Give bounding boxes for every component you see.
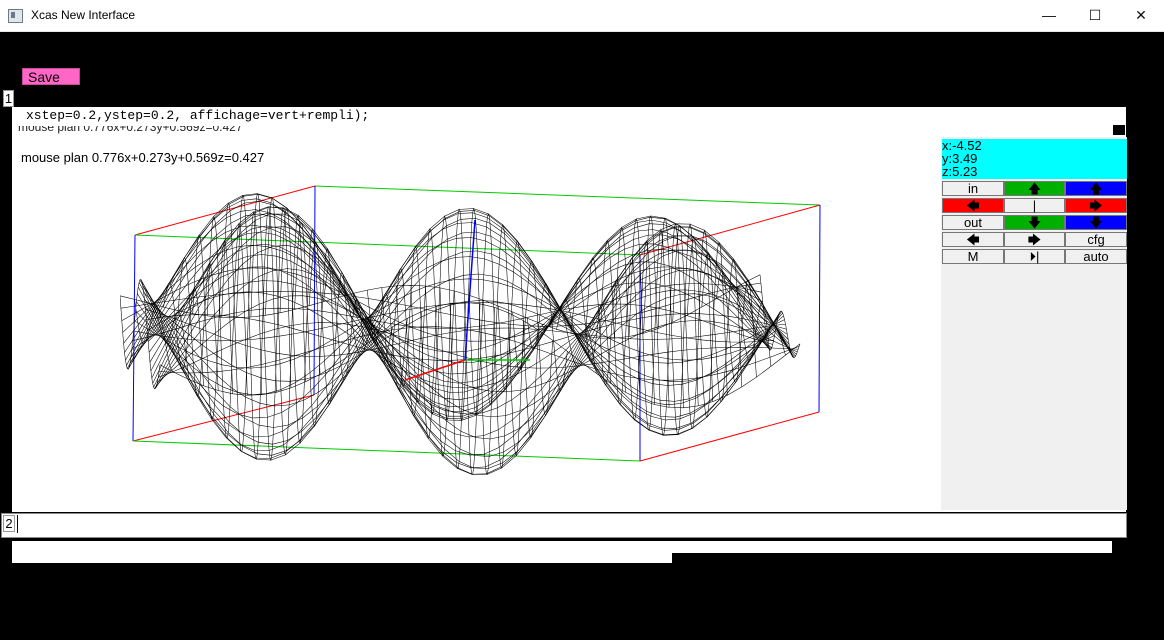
minimize-button[interactable]: — bbox=[1026, 0, 1072, 31]
z-coordinate: z:5.23 bbox=[942, 164, 978, 179]
clipped-status-text: mouse plan 0.776x+0.273y+0.569z=0.427 bbox=[18, 126, 243, 134]
maximize-button[interactable]: ☐ bbox=[1072, 0, 1118, 31]
green-up-arrow-icon[interactable]: 🡅 bbox=[1004, 181, 1065, 196]
mesh-line bbox=[177, 257, 219, 397]
title-bar: Xcas New Interface — ☐ ✕ bbox=[0, 0, 1164, 32]
mesh-line bbox=[159, 302, 801, 409]
mesh-line bbox=[131, 280, 772, 353]
panel-corner bbox=[1113, 125, 1125, 135]
command-line[interactable]: xstep=0.2,ystep=0.2, affichage=vert+remp… bbox=[26, 108, 369, 123]
right-arrow-icon[interactable]: 🡆 bbox=[1004, 232, 1065, 247]
axis-box-edge bbox=[639, 411, 820, 462]
axis-box-edge bbox=[314, 185, 821, 206]
axis-box-edge bbox=[132, 440, 641, 462]
app-icon bbox=[8, 9, 23, 23]
blue-down-arrow-icon[interactable]: 🡇 bbox=[1065, 215, 1127, 230]
new-entry-input[interactable] bbox=[1, 513, 1127, 538]
mesh-line bbox=[140, 218, 782, 456]
mouse-plan-text: mouse plan 0.776x+0.273y+0.569z=0.427 bbox=[21, 150, 265, 165]
entry-number-2[interactable]: 2 bbox=[3, 515, 15, 532]
x-axis-line bbox=[404, 359, 466, 381]
pipe-button[interactable]: | bbox=[1004, 198, 1065, 213]
empty-output-strip bbox=[12, 541, 1112, 553]
close-button[interactable]: ✕ bbox=[1118, 0, 1164, 31]
mesh-line bbox=[527, 283, 568, 391]
red-left-arrow-icon[interactable]: 🡄 bbox=[942, 198, 1004, 213]
coordinate-display: x:-4.52 y:3.49 z:5.23 bbox=[942, 139, 1127, 179]
axis-box-edge bbox=[818, 204, 821, 413]
mesh-line bbox=[148, 266, 789, 415]
cfg-button[interactable]: cfg bbox=[1065, 232, 1127, 247]
mesh-line bbox=[323, 264, 364, 381]
wireframe-surface bbox=[120, 193, 801, 475]
red-right-arrow-icon[interactable]: 🡆 bbox=[1065, 198, 1127, 213]
text-cursor bbox=[17, 515, 18, 533]
m-button[interactable]: M bbox=[942, 249, 1004, 264]
empty-output-strip bbox=[12, 553, 672, 563]
save-button[interactable]: Save bbox=[22, 68, 80, 85]
mesh-line bbox=[628, 218, 670, 431]
green-down-arrow-icon[interactable]: 🡇 bbox=[1004, 215, 1065, 230]
zoom-in-button[interactable]: in bbox=[942, 181, 1004, 196]
window-title: Xcas New Interface bbox=[31, 8, 136, 22]
mesh-line bbox=[614, 226, 655, 421]
entry-number-1[interactable]: 1 bbox=[3, 90, 14, 107]
z-axis-line bbox=[464, 219, 476, 361]
mesh-line bbox=[439, 208, 481, 475]
auto-button[interactable]: auto bbox=[1065, 249, 1127, 264]
blue-up-arrow-icon[interactable]: 🡅 bbox=[1065, 181, 1127, 196]
zoom-out-button[interactable]: out bbox=[942, 215, 1004, 230]
mesh-line bbox=[483, 224, 524, 457]
left-arrow-icon[interactable]: 🡄 bbox=[942, 232, 1004, 247]
3d-surface-plot[interactable] bbox=[120, 175, 840, 475]
mesh-line bbox=[147, 289, 788, 389]
play-pause-icon[interactable]: ⏵| bbox=[1004, 249, 1065, 264]
